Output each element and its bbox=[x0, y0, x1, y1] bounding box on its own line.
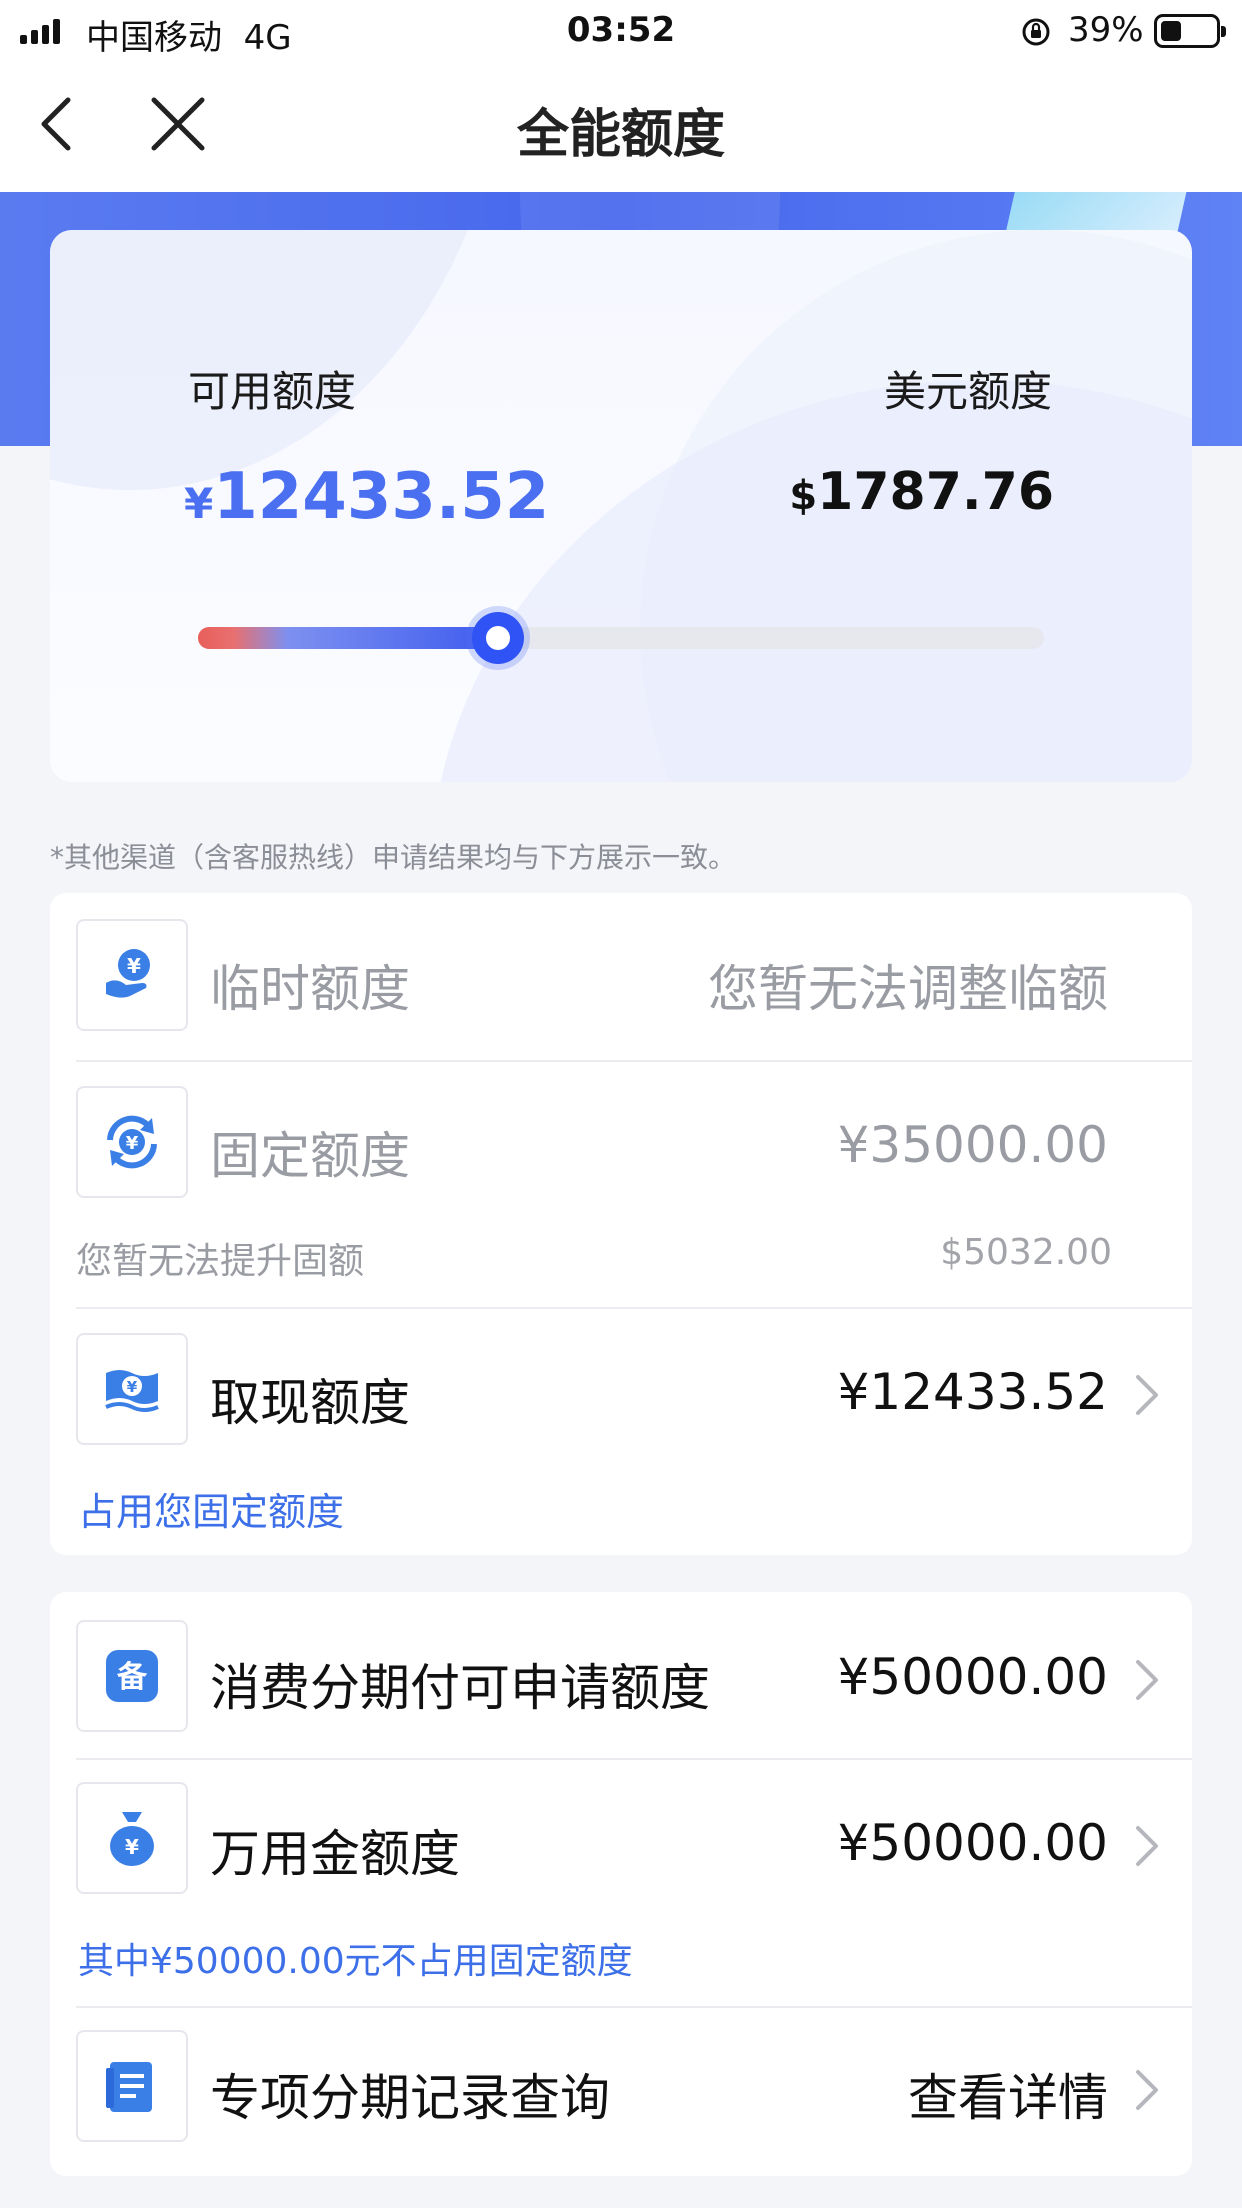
chevron-right-icon bbox=[1136, 2070, 1158, 2110]
universal-money-value: ¥50000.00 bbox=[837, 1814, 1108, 1872]
fixed-quota-note: 您暂无法提升固额 bbox=[76, 1241, 365, 1282]
universal-money-note: 其中¥50000.00元不占用固定额度 bbox=[78, 1941, 633, 1982]
money-bag-icon: ¥ bbox=[76, 1782, 188, 1894]
view-details-link[interactable]: 查看详情 bbox=[908, 2058, 1108, 2130]
svg-text:¥: ¥ bbox=[125, 1835, 139, 1859]
cash-quota-note: 占用您固定额度 bbox=[78, 1490, 345, 1534]
universal-money-label: 万用金额度 bbox=[210, 1825, 460, 1883]
rotation-lock-icon bbox=[1022, 18, 1050, 46]
fixed-quota-row: ¥ 固定额度 ¥35000.00 您暂无法提升固额 $5032.00 bbox=[50, 1062, 1192, 1312]
usd-quota-value: $1787.76 bbox=[789, 462, 1054, 522]
battery-percent: 39% bbox=[1068, 10, 1144, 50]
svg-text:¥: ¥ bbox=[127, 1378, 138, 1396]
quota-summary-card: 可用额度 美元额度 ¥12433.52 $1787.76 bbox=[50, 230, 1192, 782]
temporary-quota-label: 临时额度 bbox=[210, 960, 410, 1018]
available-quota-label: 可用额度 bbox=[188, 367, 357, 416]
usd-quota-label: 美元额度 bbox=[883, 367, 1052, 416]
consumer-installment-row[interactable]: 备 消费分期付可申请额度 ¥50000.00 bbox=[50, 1592, 1192, 1758]
cash-quota-label: 取现额度 bbox=[210, 1374, 410, 1432]
fixed-quota-value: ¥35000.00 bbox=[837, 1116, 1108, 1174]
quota-progress-bar bbox=[198, 612, 1044, 664]
cash-quota-row[interactable]: ¥ 取现额度 ¥12433.52 占用您固定额度 bbox=[50, 1309, 1192, 1555]
special-installment-records-label: 专项分期记录查询 bbox=[210, 2069, 610, 2127]
page-title: 全能额度 bbox=[516, 105, 725, 165]
consumer-installment-value: ¥50000.00 bbox=[837, 1648, 1108, 1706]
available-amount: 12433.52 bbox=[213, 460, 550, 534]
chevron-right-icon bbox=[1136, 1826, 1158, 1866]
yuan-cycle-icon: ¥ bbox=[76, 1086, 188, 1198]
quota-list-card: ¥ 临时额度 您暂无法调整临额 ¥ 固定额度 ¥35000.00 您暂无法提升固… bbox=[50, 893, 1192, 1555]
available-currency: ¥ bbox=[184, 479, 214, 528]
fixed-quota-label: 固定额度 bbox=[210, 1127, 410, 1185]
chevron-right-icon bbox=[1136, 1375, 1158, 1415]
chevron-right-icon bbox=[1136, 1660, 1158, 1700]
cash-quota-value: ¥12433.52 bbox=[837, 1363, 1108, 1421]
svg-text:¥: ¥ bbox=[127, 954, 141, 978]
nav-bar: 全能额度 bbox=[0, 62, 1242, 192]
document-icon bbox=[76, 2030, 188, 2142]
special-installment-records-row[interactable]: 专项分期记录查询 查看详情 bbox=[50, 2008, 1192, 2176]
battery-icon bbox=[1154, 14, 1226, 48]
channel-notice: *其他渠道（含客服热线）申请结果均与下方展示一致。 bbox=[50, 841, 737, 874]
usd-currency: $ bbox=[789, 473, 818, 519]
usd-amount: 1787.76 bbox=[817, 462, 1054, 522]
svg-text:备: 备 bbox=[117, 1660, 148, 1695]
universal-money-row[interactable]: ¥ 万用金额度 ¥50000.00 其中¥50000.00元不占用固定额度 bbox=[50, 1760, 1192, 2004]
yuan-hand-icon: ¥ bbox=[76, 919, 188, 1031]
fixed-quota-usd: $5032.00 bbox=[940, 1232, 1112, 1273]
temporary-quota-row: ¥ 临时额度 您暂无法调整临额 bbox=[50, 893, 1192, 1031]
status-bar: 中国移动 4G 03:52 39% bbox=[0, 0, 1242, 62]
status-time: 03:52 bbox=[566, 10, 676, 50]
quota-progress-fill bbox=[198, 627, 499, 649]
cash-bill-icon: ¥ bbox=[76, 1333, 188, 1445]
installment-list-card: 备 消费分期付可申请额度 ¥50000.00 ¥ 万用金额度 ¥50000.00… bbox=[50, 1592, 1192, 2176]
temporary-quota-status: 您暂无法调整临额 bbox=[708, 960, 1108, 1018]
consumer-installment-label: 消费分期付可申请额度 bbox=[210, 1659, 710, 1717]
quota-progress-knob bbox=[472, 612, 525, 664]
svg-text:¥: ¥ bbox=[126, 1133, 139, 1154]
bei-icon: 备 bbox=[76, 1620, 188, 1732]
available-quota-value: ¥12433.52 bbox=[184, 460, 549, 534]
